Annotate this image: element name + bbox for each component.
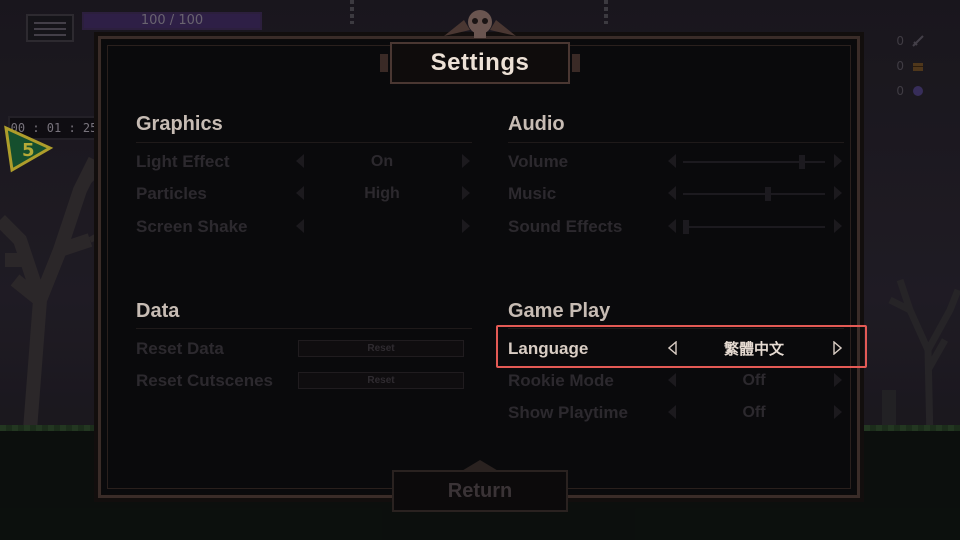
section-divider <box>136 328 472 329</box>
music-slider-knob[interactable] <box>764 187 771 201</box>
setting-row-reset-data: Reset Data Reset <box>136 336 472 362</box>
arrow-left-icon[interactable] <box>296 219 304 233</box>
setting-row-language[interactable]: Language 繁體中文 <box>508 336 844 362</box>
setting-row-music[interactable]: Music <box>508 181 844 207</box>
reset-data-button[interactable]: Reset <box>298 340 464 357</box>
volume-slider-knob[interactable] <box>798 155 805 169</box>
setting-row-volume[interactable]: Volume <box>508 149 844 175</box>
arrow-left-icon[interactable] <box>296 186 304 200</box>
arrow-left-icon[interactable] <box>668 219 676 233</box>
arrow-right-icon[interactable] <box>834 186 842 200</box>
arrow-right-icon[interactable] <box>462 186 470 200</box>
music-slider-track[interactable] <box>683 193 825 195</box>
section-title-audio: Audio <box>508 113 565 135</box>
setting-label: Show Playtime <box>508 403 628 422</box>
sfx-slider-track[interactable] <box>683 226 825 228</box>
arrow-right-icon[interactable] <box>834 373 842 387</box>
section-title-data: Data <box>136 300 180 322</box>
setting-value: Off <box>742 372 766 389</box>
setting-row-light-effect[interactable]: Light Effect On <box>136 149 472 175</box>
skull-ornament-icon <box>444 10 516 38</box>
arrow-left-icon[interactable] <box>296 154 304 168</box>
setting-label: Sound Effects <box>508 217 623 236</box>
setting-label: Reset Cutscenes <box>136 371 274 390</box>
sfx-slider-knob[interactable] <box>683 220 689 234</box>
arrow-left-icon[interactable] <box>668 373 676 387</box>
setting-value: High <box>364 185 400 202</box>
reset-cutscenes-button[interactable]: Reset <box>298 372 464 389</box>
arrow-left-icon[interactable] <box>668 405 676 419</box>
arrow-left-icon[interactable] <box>668 154 676 168</box>
setting-value: Off <box>742 404 766 421</box>
setting-label: Particles <box>136 184 207 203</box>
setting-value: On <box>370 153 394 170</box>
settings-title: Settings <box>430 49 530 76</box>
setting-row-show-playtime[interactable]: Show Playtime Off <box>508 400 844 426</box>
arrow-right-icon[interactable] <box>462 154 470 168</box>
setting-label: Light Effect <box>136 152 230 171</box>
arrow-left-icon[interactable] <box>668 341 678 355</box>
arrow-right-icon[interactable] <box>832 341 842 355</box>
return-label: Return <box>447 479 513 502</box>
setting-row-screen-shake[interactable]: Screen Shake <box>136 214 472 240</box>
arrow-right-icon[interactable] <box>834 154 842 168</box>
setting-row-rookie-mode[interactable]: Rookie Mode Off <box>508 368 844 394</box>
hanging-chain <box>350 0 354 24</box>
section-title-gameplay: Game Play <box>508 300 611 322</box>
setting-label: Language <box>508 339 589 358</box>
return-button[interactable]: Return <box>392 470 568 512</box>
arrow-right-icon[interactable] <box>834 219 842 233</box>
setting-label: Rookie Mode <box>508 371 614 390</box>
setting-row-reset-cutscenes: Reset Cutscenes Reset <box>136 368 472 394</box>
setting-row-particles[interactable]: Particles High <box>136 181 472 207</box>
hanging-chain <box>604 0 608 24</box>
settings-panel <box>98 36 860 498</box>
section-divider <box>508 142 844 143</box>
setting-label: Reset Data <box>136 339 224 358</box>
section-divider <box>136 142 472 143</box>
setting-value: 繁體中文 <box>723 340 784 358</box>
setting-row-sound-effects[interactable]: Sound Effects <box>508 214 844 240</box>
arrow-right-icon[interactable] <box>462 219 470 233</box>
settings-title-plate: Settings <box>380 42 580 84</box>
arrow-right-icon[interactable] <box>834 405 842 419</box>
setting-label: Screen Shake <box>136 217 248 236</box>
setting-label: Volume <box>508 152 569 171</box>
setting-label: Music <box>508 184 557 203</box>
section-title-graphics: Graphics <box>136 113 223 135</box>
arrow-left-icon[interactable] <box>668 186 676 200</box>
